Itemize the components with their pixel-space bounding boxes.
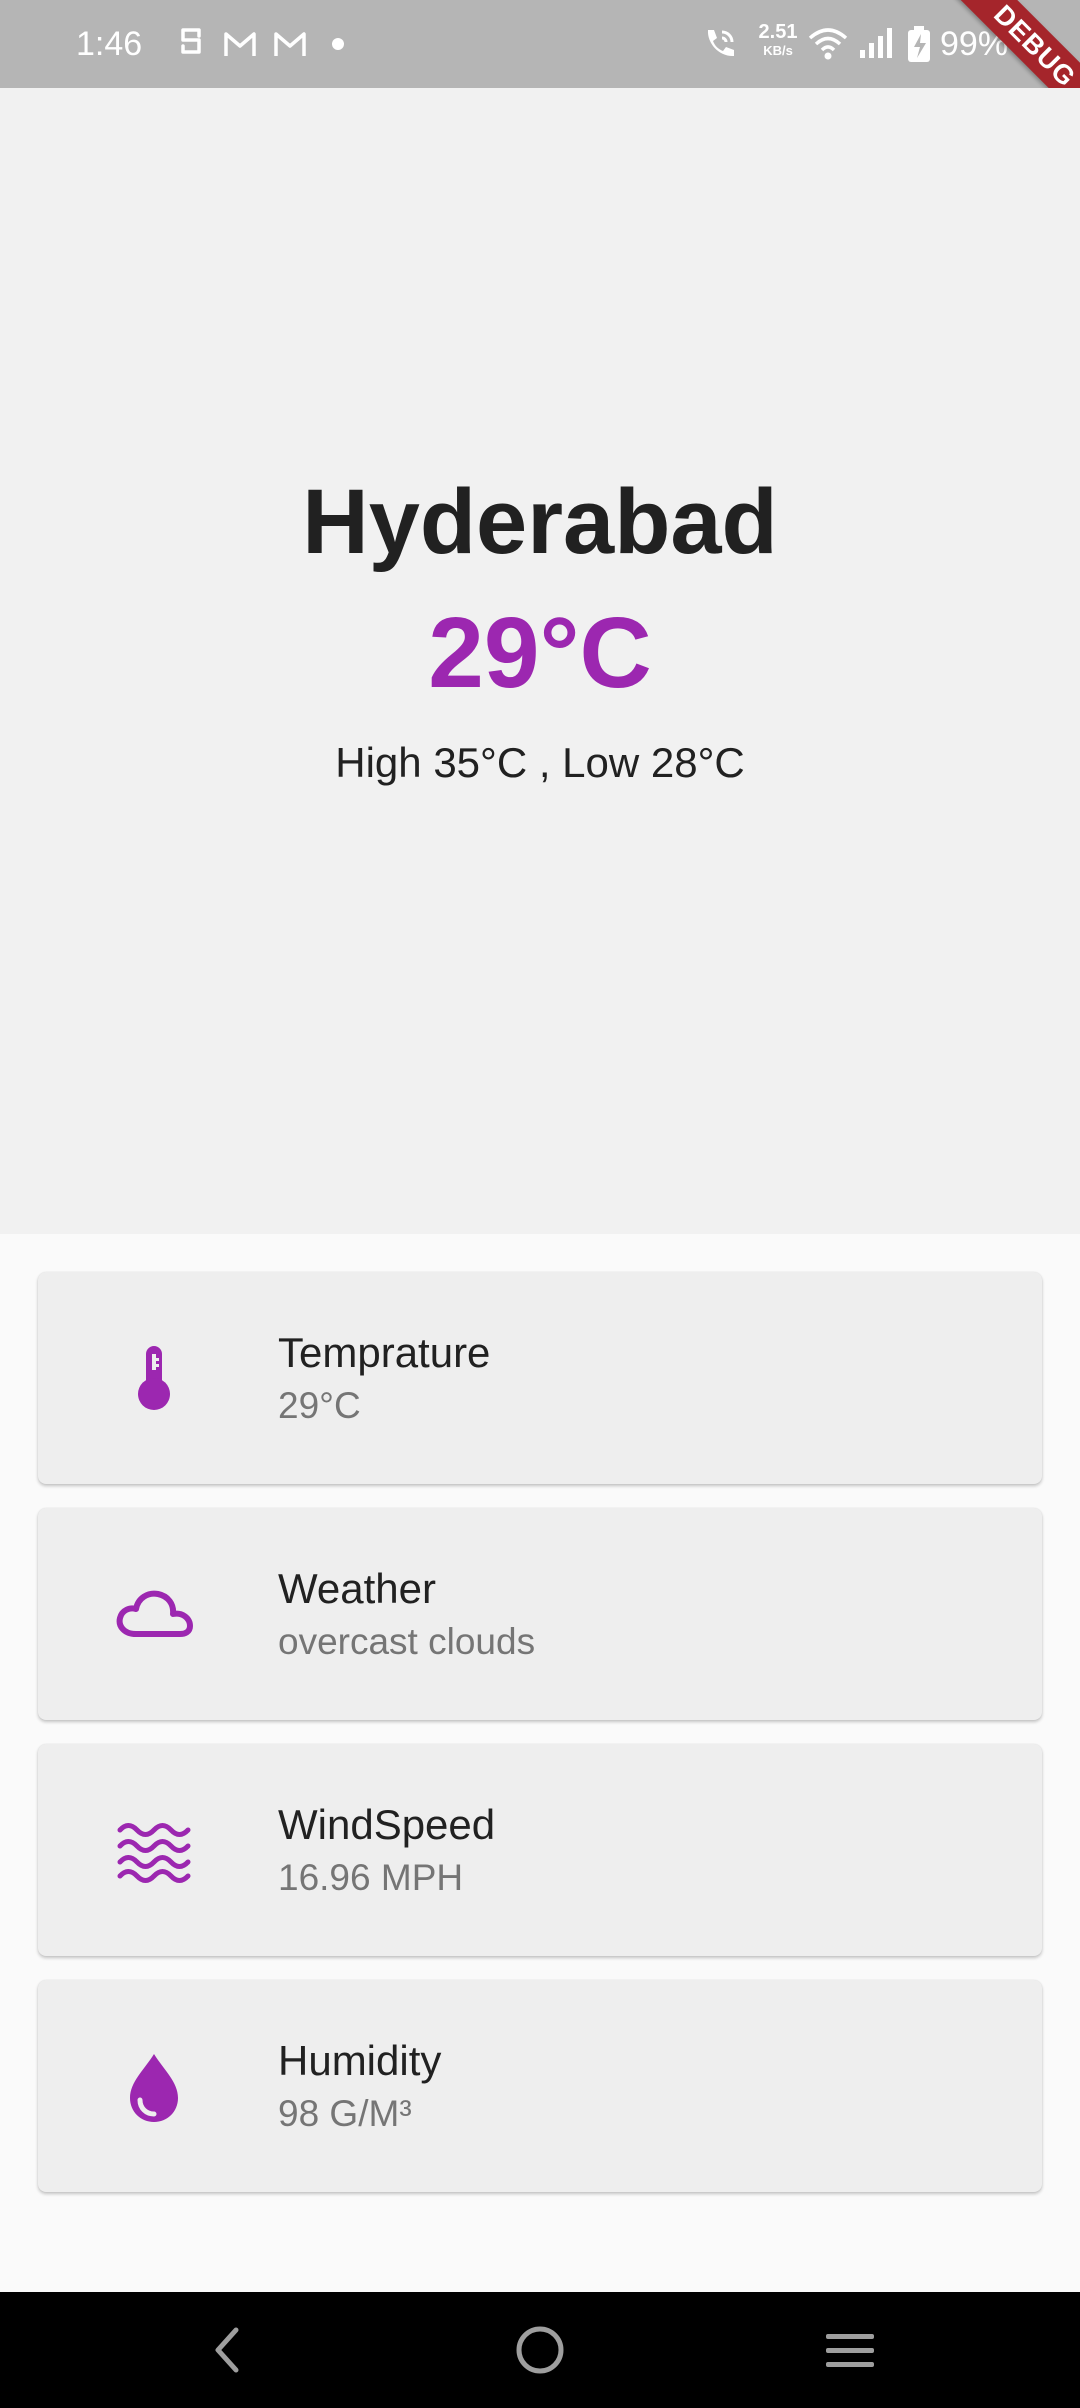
windspeed-card[interactable]: WindSpeed 16.96 MPH xyxy=(38,1744,1042,1956)
net-speed-unit: KB/s xyxy=(763,43,793,58)
high-low-temperature: High 35°C , Low 28°C xyxy=(335,739,745,786)
status-bar: 1:46 2.51 KB/s 99% DEBUG xyxy=(0,0,1080,88)
dot-icon xyxy=(330,24,346,64)
gmail-icon xyxy=(272,24,308,64)
current-temperature: 29°C xyxy=(428,597,652,709)
battery-charging-icon xyxy=(906,24,932,64)
card-title: Humidity xyxy=(278,2037,442,2084)
cloud-icon xyxy=(114,1574,194,1654)
card-title: Temprature xyxy=(278,1329,491,1376)
wifi-icon xyxy=(808,24,848,64)
city-name: Hyderabad xyxy=(302,471,778,573)
weather-card[interactable]: Weather overcast clouds xyxy=(38,1508,1042,1720)
net-speed-value: 2.51 xyxy=(758,21,798,43)
signal-icon xyxy=(858,24,894,64)
wifi-call-icon xyxy=(700,24,740,64)
card-value: overcast clouds xyxy=(278,1621,536,1662)
card-value: 29°C xyxy=(278,1385,361,1426)
water-drop-icon xyxy=(114,2046,194,2126)
weather-header: Hyderabad 29°C High 35°C , Low 28°C xyxy=(0,88,1080,1234)
home-icon[interactable] xyxy=(508,2322,572,2378)
wind-waves-icon xyxy=(114,1810,194,1890)
recents-menu-icon[interactable] xyxy=(818,2322,882,2378)
card-title: WindSpeed xyxy=(278,1801,496,1848)
humidity-card[interactable]: Humidity 98 G/M³ xyxy=(38,1980,1042,2192)
temperature-card[interactable]: Temprature 29°C xyxy=(38,1272,1042,1484)
thermometer-icon xyxy=(114,1338,194,1418)
system-nav-bar xyxy=(0,2292,1080,2408)
weather-details-list: Temprature 29°C Weather overcast clouds … xyxy=(38,1272,1042,2216)
card-title: Weather xyxy=(278,1565,436,1612)
card-value: 16.96 MPH xyxy=(278,1857,464,1898)
s-shield-icon xyxy=(176,24,206,64)
gmail-icon xyxy=(222,24,258,64)
card-value: 98 G/M³ xyxy=(278,2093,412,2134)
net-speed: 2.51 KB/s xyxy=(752,22,804,57)
back-icon[interactable] xyxy=(196,2322,260,2378)
status-time: 1:46 xyxy=(76,25,143,63)
